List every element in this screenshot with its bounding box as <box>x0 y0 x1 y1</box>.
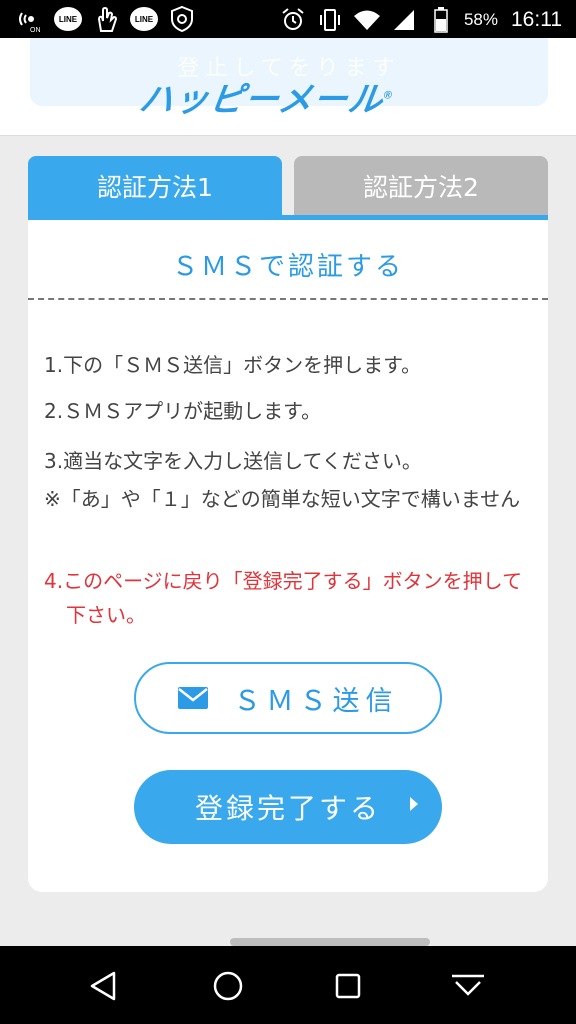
registered-mark: ® <box>382 89 394 102</box>
nfc-on-icon: ON <box>16 5 44 33</box>
clock: 16:11 <box>511 8 562 31</box>
signal-icon <box>390 6 418 34</box>
battery-icon <box>427 6 455 34</box>
card-title: ＳＭＳで認証する <box>171 252 404 282</box>
battery-percent: 58% <box>463 10 498 29</box>
hide-navbar-button[interactable] <box>444 962 492 1010</box>
site-header: 登止してをります ハッピーメール® <box>0 38 576 136</box>
step-2: 2.ＳＭＳアプリが起動します。 <box>44 399 322 423</box>
home-button[interactable] <box>204 962 252 1010</box>
system-status: 58% 16:11 <box>279 6 562 34</box>
sms-send-label: ＳＭＳ送信 <box>233 685 399 717</box>
recents-square-icon <box>335 973 361 999</box>
back-triangle-icon <box>90 971 116 1001</box>
step-4: 4.このページに戻り「登録完了する」ボタンを押して下さい。 <box>44 569 523 627</box>
happymail-logo[interactable]: ハッピーメール® <box>137 72 397 121</box>
wifi-icon <box>353 6 381 34</box>
tab-label: 認証方法2 <box>363 173 479 202</box>
line-app-icon: LINE <box>130 5 158 33</box>
sms-send-button[interactable]: ＳＭＳ送信 <box>134 662 442 734</box>
step-3: 3.適当な文字を入力し送信してください。 <box>44 449 422 473</box>
chevron-down-bar-icon <box>452 974 484 996</box>
android-nav-bar <box>0 946 576 1024</box>
step-1: 1.下の「ＳＭＳ送信」ボタンを押します。 <box>44 353 422 377</box>
recents-button[interactable] <box>324 962 372 1010</box>
svg-text:ON: ON <box>30 27 41 33</box>
line-app-icon: LINE <box>54 5 82 33</box>
home-circle-icon <box>213 971 243 1001</box>
tab-label: 認証方法1 <box>97 173 213 202</box>
back-button[interactable] <box>80 962 128 1010</box>
step-note: ※「あ」や「１」などの簡単な短い文字で構いません <box>44 487 521 511</box>
sms-auth-card: ＳＭＳで認証する 1.下の「ＳＭＳ送信」ボタンを押します。 2.ＳＭＳアプリが起… <box>28 220 548 892</box>
alarm-icon <box>279 6 307 34</box>
tab-auth-method-2[interactable]: 認証方法2 <box>294 156 548 216</box>
registration-complete-label: 登録完了する <box>194 792 381 825</box>
mail-icon <box>177 687 208 709</box>
notification-icons: ON LINE LINE <box>16 5 196 33</box>
chevron-right-icon <box>410 797 418 811</box>
gesture-icon <box>92 5 120 33</box>
status-bar: ON LINE LINE 58% 16:11 <box>0 0 576 38</box>
tab-auth-method-1[interactable]: 認証方法1 <box>28 156 282 216</box>
security-shield-icon <box>168 5 196 33</box>
scroll-hint <box>230 938 430 946</box>
registration-complete-button[interactable]: 登録完了する <box>134 770 442 844</box>
logo-text: ハッピーメール <box>136 81 386 119</box>
divider <box>28 298 548 300</box>
vibrate-icon <box>316 6 344 34</box>
